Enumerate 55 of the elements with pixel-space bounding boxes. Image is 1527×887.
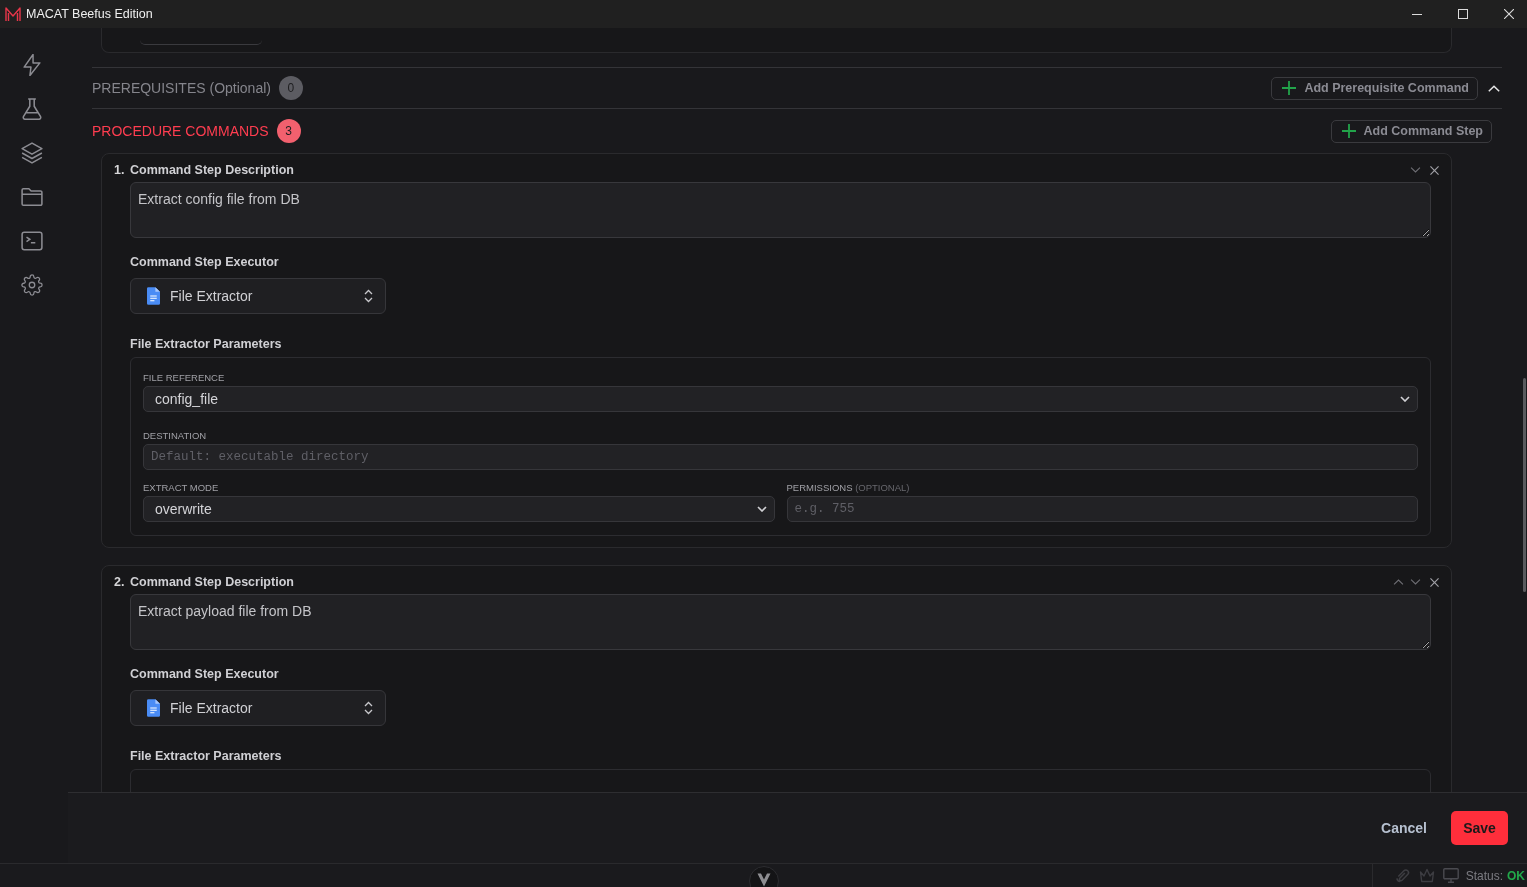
- dropdown-field[interactable]: overwrite: [143, 496, 775, 522]
- field-label: DESTINATION: [143, 431, 208, 441]
- add-step-button[interactable]: Add Command Step: [1330, 119, 1492, 143]
- step-number: 2.: [114, 575, 126, 589]
- lightning-icon[interactable]: [21, 54, 43, 76]
- up-down-chevron-icon: [364, 289, 373, 303]
- chevron-down-icon[interactable]: [748, 865, 779, 887]
- paperclip-icon[interactable]: [1394, 868, 1411, 883]
- dropdown-field[interactable]: config_file: [143, 386, 1418, 412]
- settings-icon[interactable]: [21, 274, 43, 296]
- count-badge: 0: [278, 76, 303, 100]
- section-label: File Extractor Parameters: [130, 748, 283, 764]
- status-label: Status:: [1465, 868, 1503, 883]
- plus-icon: [1282, 81, 1297, 95]
- step-number: 1.: [114, 163, 126, 177]
- text-field[interactable]: e.g. 755: [786, 496, 1418, 522]
- executor-select[interactable]: File Extractor: [130, 278, 386, 314]
- cancel-button[interactable]: Cancel: [1381, 820, 1427, 836]
- save-button[interactable]: Save: [1451, 811, 1508, 845]
- count-badge: 3: [276, 119, 301, 143]
- field-label: PERMISSIONS (OPTIONAL): [786, 483, 911, 493]
- window-title: MACAT Beefus Edition: [26, 7, 153, 21]
- maximize-icon[interactable]: [1458, 9, 1468, 19]
- logo-icon: [5, 6, 21, 22]
- close-icon[interactable]: [1430, 577, 1439, 587]
- executor-select[interactable]: File Extractor: [130, 690, 386, 726]
- field-label: EXTRACT MODE: [143, 483, 220, 493]
- chevron-down-icon[interactable]: [1410, 579, 1421, 585]
- field-label: Command Step Description: [130, 575, 294, 589]
- chevron-down-icon: [1400, 396, 1410, 402]
- section-title: PREREQUISITES (Optional): [92, 80, 271, 96]
- layers-icon[interactable]: [21, 142, 43, 164]
- document-icon: [147, 287, 160, 305]
- text-field[interactable]: Default: executable directory: [143, 444, 1418, 470]
- field-label: Command Step Executor: [130, 666, 280, 682]
- terminal-icon[interactable]: [21, 230, 43, 252]
- field-label: Command Step Executor: [130, 254, 280, 270]
- minimize-icon[interactable]: [1412, 13, 1422, 15]
- field-label: FILE REFERENCE: [143, 373, 226, 383]
- description-field[interactable]: Extract config file from DB: [130, 182, 1431, 238]
- folder-icon[interactable]: [21, 186, 43, 208]
- scrollbar-thumb[interactable]: [1523, 378, 1526, 592]
- close-icon[interactable]: [1430, 165, 1439, 175]
- up-down-chevron-icon: [364, 701, 373, 715]
- plus-icon: [1341, 124, 1356, 138]
- chevron-down-icon: [756, 506, 767, 512]
- section-label: File Extractor Parameters: [130, 336, 283, 352]
- section-title: PROCEDURE COMMANDS: [92, 123, 269, 139]
- field-label: Command Step Description: [130, 163, 294, 177]
- document-icon: [147, 699, 160, 717]
- description-field[interactable]: Extract payload file from DB: [130, 594, 1431, 650]
- status-value: OK: [1507, 868, 1525, 883]
- flask-icon[interactable]: [21, 98, 43, 120]
- chevron-down-icon[interactable]: [1410, 167, 1421, 173]
- add-prerequisite-button[interactable]: Add Prerequisite Command: [1271, 76, 1478, 100]
